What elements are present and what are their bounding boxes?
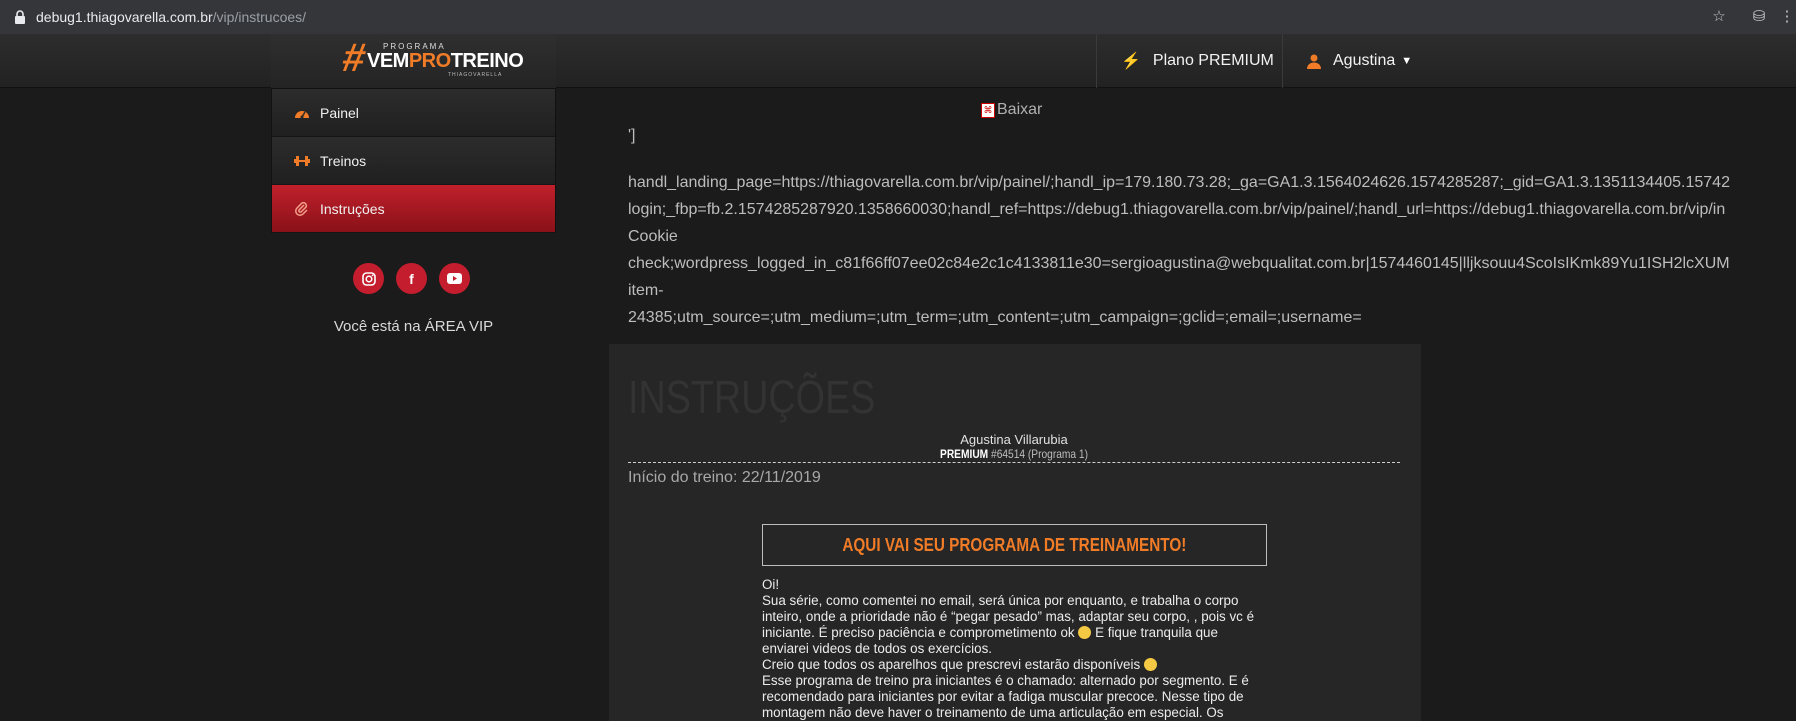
user-label: Agustina: [1333, 52, 1396, 69]
sidebar-item-label: Treinos: [320, 152, 367, 169]
user-icon: [1307, 54, 1321, 69]
url-text[interactable]: debug1.thiagovarella.com.br/vip/instruco…: [36, 9, 306, 25]
debug-line: Cookie: [628, 228, 678, 245]
sidebar-item-treinos[interactable]: Treinos: [272, 137, 555, 185]
sidebar-item-painel[interactable]: Painel: [272, 89, 555, 137]
message-paragraph: Esse programa de treino pra iniciantes é…: [762, 673, 1249, 720]
plan-label: Plano PREMIUM: [1152, 52, 1274, 69]
debug-line: item-: [628, 282, 664, 299]
incognito-icon[interactable]: ⛁: [1750, 8, 1768, 26]
sidebar-nav: Painel Treinos Instruções: [271, 88, 556, 233]
user-info: Agustina Villarubia PREMIUM #64514 (Prog…: [628, 432, 1400, 463]
debug-bracket: ']: [628, 127, 636, 144]
sidebar-item-instrucoes[interactable]: Instruções: [272, 185, 555, 233]
more-menu-icon[interactable]: ⋮: [1778, 8, 1796, 26]
wink-emoji-icon: [1143, 658, 1157, 671]
program-heading: AQUI VAI SEU PROGRAMA DE TREINAMENTO!: [842, 534, 1187, 555]
plan-badge: PREMIUM: [940, 447, 989, 461]
chevron-down-icon: ▼: [1401, 55, 1413, 67]
debug-line: login;_fbp=fb.2.1574285287920.1358660030…: [628, 201, 1726, 218]
browser-address-bar: debug1.thiagovarella.com.br/vip/instruco…: [0, 0, 1796, 34]
facebook-icon[interactable]: f: [396, 263, 427, 294]
start-date: Início do treino: 22/11/2019: [628, 469, 821, 486]
message-paragraph: Creio que todos os aparelhos que prescre…: [762, 657, 1267, 673]
dumbbell-icon: [294, 155, 310, 166]
star-icon[interactable]: ☆: [1710, 8, 1728, 26]
paperclip-icon: [295, 201, 308, 216]
lock-icon: [15, 10, 25, 24]
debug-line: handl_landing_page=https://thiagovarella…: [628, 174, 1730, 191]
debug-output: handl_landing_page=https://thiagovarella…: [628, 169, 1796, 331]
message-paragraph: Sua série, como comentei no email, será …: [762, 593, 1255, 656]
bolt-icon: ⚡: [1121, 53, 1141, 70]
user-plan: PREMIUM #64514 (Programa 1): [686, 447, 1342, 461]
message-greeting: Oi!: [762, 577, 780, 592]
wink-emoji-icon: [1078, 626, 1092, 639]
sidebar-item-label: Instruções: [320, 200, 385, 217]
pdf-icon: ⌘: [981, 102, 995, 118]
url-path: /vip/instrucoes/: [212, 9, 307, 25]
user-full-name: Agustina Villarubia: [960, 432, 1068, 447]
debug-line: 24385;utm_source=;utm_medium=;utm_term=;…: [628, 309, 1362, 326]
instagram-icon[interactable]: [353, 263, 384, 294]
program-heading-box: AQUI VAI SEU PROGRAMA DE TREINAMENTO!: [762, 524, 1267, 566]
site-logo: # PROGRAMA VEMPROTREINO THIAGOVARELLA: [339, 36, 524, 82]
plan-premium-link[interactable]: ⚡ Plano PREMIUM: [1096, 34, 1282, 88]
vip-area-text: Você está na ÁREA VIP: [333, 318, 494, 335]
dashboard-icon: [295, 110, 309, 118]
download-label: Baixar: [997, 101, 1043, 118]
logo-hash: #: [339, 36, 370, 80]
url-domain: debug1.thiagovarella.com.br: [36, 9, 213, 25]
logo-brand: VEMPROTREINO: [367, 50, 524, 72]
user-menu[interactable]: Agustina ▼: [1282, 34, 1422, 88]
youtube-icon[interactable]: [439, 263, 470, 294]
sidebar-item-label: Painel: [320, 104, 359, 121]
trainer-message: Oi! Sua série, como comentei no email, s…: [762, 577, 1267, 721]
logo-container[interactable]: # PROGRAMA VEMPROTREINO THIAGOVARELLA: [271, 34, 556, 88]
logo-tagline: THIAGOVARELLA: [448, 72, 503, 78]
download-link[interactable]: ⌘ Baixar: [981, 101, 1042, 119]
site-header: [0, 34, 1796, 88]
plan-detail: #64514 (Programa 1): [991, 447, 1088, 461]
page-title: INSTRUÇÕES: [628, 371, 876, 423]
social-links: f: [353, 263, 470, 294]
debug-line: check;wordpress_logged_in_c81f66ff07ee02…: [628, 255, 1730, 272]
